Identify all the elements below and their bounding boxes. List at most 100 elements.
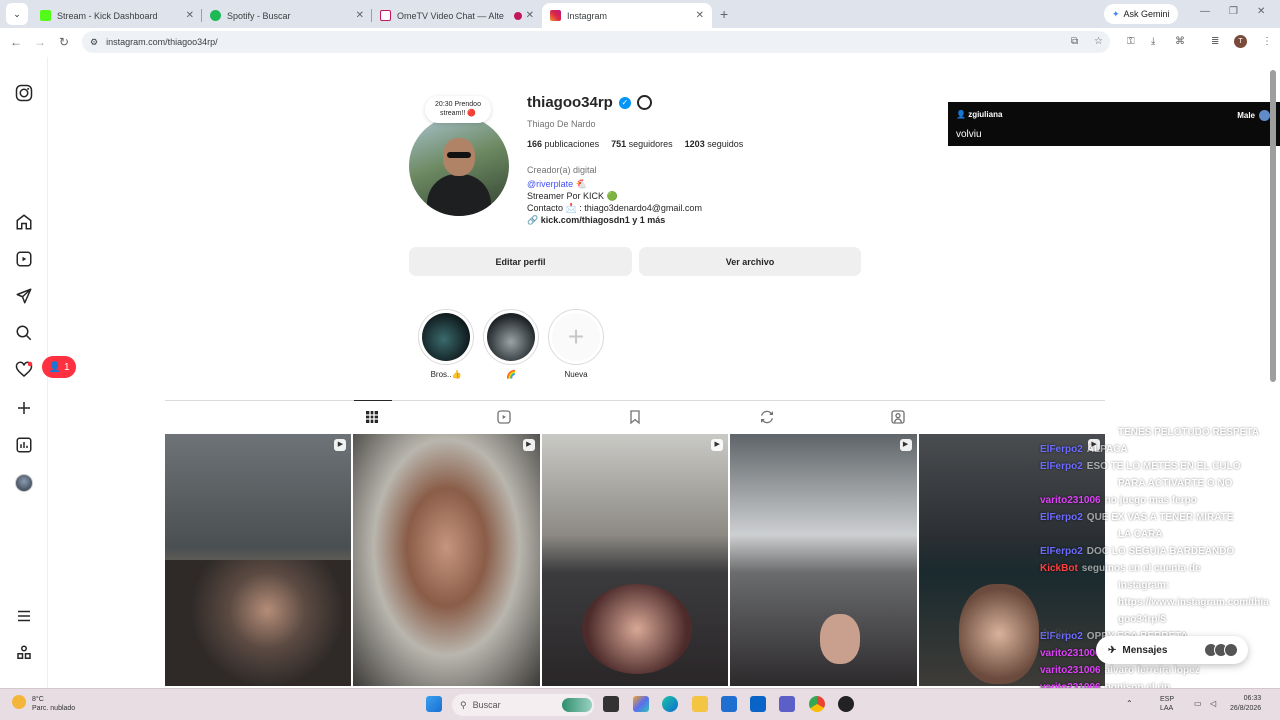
plus-icon: + [552, 313, 600, 361]
post-thumbnail[interactable]: ▶ [165, 434, 352, 686]
chat-message: ElFerpo2 DOC LO SEGUIA BARDEANDO [1040, 543, 1234, 560]
ask-gemini-label: Ask Gemini [1123, 9, 1170, 19]
dashboard-icon[interactable] [15, 436, 33, 454]
tab-kick-dashboard[interactable]: Stream - Kick Dashboard ✕ [32, 3, 202, 28]
teams-icon[interactable] [779, 696, 795, 712]
settings-gear-icon[interactable] [636, 95, 652, 110]
browser-toolbar: ← → ↻ ⚙ instagram.com/thiagoo34rp/ ⧉ ☆ ⚿… [0, 28, 1280, 56]
chat-text: instagram: [1118, 580, 1170, 591]
reels-icon[interactable] [15, 250, 33, 268]
chat-text: ALPACA [1086, 444, 1128, 455]
bio-external-link[interactable]: 🔗 kick.com/thiagosdn1 y 1 más [527, 214, 702, 226]
file-explorer-icon[interactable] [692, 696, 708, 712]
following-stat[interactable]: 1203 seguidos [685, 139, 744, 149]
messages-button[interactable]: ✈ Mensajes [1096, 636, 1248, 664]
extension-icon[interactable]: ⚿ [1127, 36, 1135, 47]
story-highlight[interactable]: 🌈 [483, 309, 539, 379]
edge-icon[interactable] [662, 696, 678, 712]
post-thumbnail[interactable]: ▶ [353, 434, 540, 686]
notifications-heart-icon[interactable] [15, 361, 33, 379]
taskbar-clock[interactable]: 06:33 26/8/2026 [1230, 694, 1261, 714]
followers-stat[interactable]: 751 seguidores [611, 139, 673, 149]
highlight-label: Bros..👍 [430, 370, 462, 379]
language-indicator[interactable]: ESP LAA [1160, 695, 1174, 713]
kick-favicon-icon [40, 10, 51, 21]
url-text: instagram.com/thiagoo34rp/ [106, 37, 218, 47]
home-icon[interactable] [15, 213, 33, 231]
instagram-logo-icon[interactable] [15, 84, 33, 102]
search-icon[interactable] [15, 324, 33, 342]
profile-picture[interactable] [409, 116, 509, 216]
posts-grid-icon[interactable] [364, 409, 380, 425]
tab-ometv[interactable]: OmeTV Video Chat — Alte ✕ [372, 3, 542, 28]
story-highlight[interactable]: Bros..👍 [418, 309, 474, 379]
close-icon[interactable]: ✕ [526, 10, 534, 21]
bio-mention-link[interactable]: @riverplate 🐔 [527, 178, 702, 190]
reels-tab-icon[interactable] [496, 409, 512, 425]
restore-icon[interactable]: ❐ [1229, 6, 1238, 17]
chrome-icon[interactable] [809, 696, 825, 712]
taskbar-search[interactable]: ⚲ Buscar [452, 694, 594, 716]
search-icon: ⚲ [460, 699, 467, 710]
menu-kebab-icon[interactable]: ⋮ [1262, 36, 1272, 47]
notification-count: 1 [63, 361, 70, 373]
close-icon[interactable]: ✕ [696, 10, 704, 21]
reading-list-icon[interactable]: ≣ [1211, 36, 1219, 47]
new-tab-icon[interactable]: + [720, 6, 728, 22]
volume-icon[interactable]: ◁ [1210, 699, 1216, 708]
weather-widget[interactable]: 8°C Parc. nublado [12, 695, 75, 713]
task-view-icon[interactable] [603, 696, 619, 712]
reposts-icon[interactable] [759, 409, 775, 425]
person-icon: 👤 [956, 110, 969, 119]
saved-bookmark-icon[interactable] [627, 409, 643, 425]
ask-gemini-button[interactable]: ✦ Ask Gemini [1104, 4, 1178, 24]
download-icon[interactable]: ⤓ [1151, 36, 1155, 47]
tagged-icon[interactable] [890, 409, 906, 425]
back-icon[interactable]: ← [4, 35, 28, 49]
close-icon[interactable]: ✕ [356, 10, 364, 21]
create-icon[interactable] [15, 399, 33, 417]
notification-badge[interactable]: 👤 1 [42, 356, 76, 378]
ometv-message: volviu [956, 129, 982, 140]
windows-start-icon[interactable] [426, 696, 442, 712]
outlook-icon[interactable] [750, 696, 766, 712]
profile-username-row: thiagoo34rp ✓ [527, 94, 652, 111]
tab-instagram[interactable]: Instagram ✕ [542, 3, 712, 28]
bio-line: Streamer Por KICK 🟢 [527, 191, 618, 201]
profile-note[interactable]: 20:30 Prendoo stream!! 🔴 [425, 96, 491, 123]
page-scrollbar[interactable] [1270, 70, 1276, 382]
window-close-icon[interactable]: ✕ [1257, 6, 1265, 17]
tab-spotify[interactable]: Spotify - Buscar ✕ [202, 3, 372, 28]
bookmark-star-icon[interactable]: ☆ [1094, 36, 1103, 47]
profile-avatar[interactable] [15, 474, 33, 492]
close-icon[interactable]: ✕ [186, 10, 194, 21]
edit-profile-button[interactable]: Editar perfil [409, 247, 632, 276]
post-thumbnail[interactable]: ▶ [730, 434, 917, 686]
forward-icon[interactable]: → [28, 35, 52, 49]
minimize-icon[interactable]: — [1200, 6, 1210, 17]
network-icon[interactable]: ▭ [1194, 699, 1202, 708]
direct-messages-icon[interactable] [15, 287, 33, 305]
reload-icon[interactable]: ↻ [52, 35, 76, 49]
obs-icon[interactable] [838, 696, 854, 712]
chat-text: PARA ACTIVARTE O NO [1118, 478, 1233, 489]
also-from-meta-icon[interactable] [15, 644, 33, 662]
reel-icon: ▶ [334, 439, 347, 451]
chat-username: ElFerpo2 [1040, 461, 1083, 472]
browser-profile-avatar[interactable]: T [1234, 35, 1247, 48]
tray-chevron-icon[interactable]: ⌃ [1126, 699, 1133, 708]
install-app-icon[interactable]: ⧉ [1071, 36, 1078, 47]
post-thumbnail[interactable]: ▶ [541, 434, 729, 686]
clock-time: 06:33 [1243, 695, 1262, 702]
tab-search-button[interactable]: ⌄ [6, 3, 28, 25]
new-highlight-button[interactable]: + Nueva [548, 309, 604, 379]
address-bar[interactable]: ⚙ instagram.com/thiagoo34rp/ [82, 31, 1110, 53]
chat-text: LA CARA [1118, 529, 1163, 540]
view-archive-button[interactable]: Ver archivo [639, 247, 861, 276]
chat-username: ElFerpo2 [1040, 444, 1083, 455]
microsoft-store-icon[interactable] [721, 696, 737, 712]
more-menu-icon[interactable] [15, 607, 33, 625]
copilot-icon[interactable] [633, 696, 649, 712]
site-info-icon[interactable]: ⚙ [90, 37, 98, 48]
translate-icon[interactable]: ⌘ [1175, 36, 1185, 47]
